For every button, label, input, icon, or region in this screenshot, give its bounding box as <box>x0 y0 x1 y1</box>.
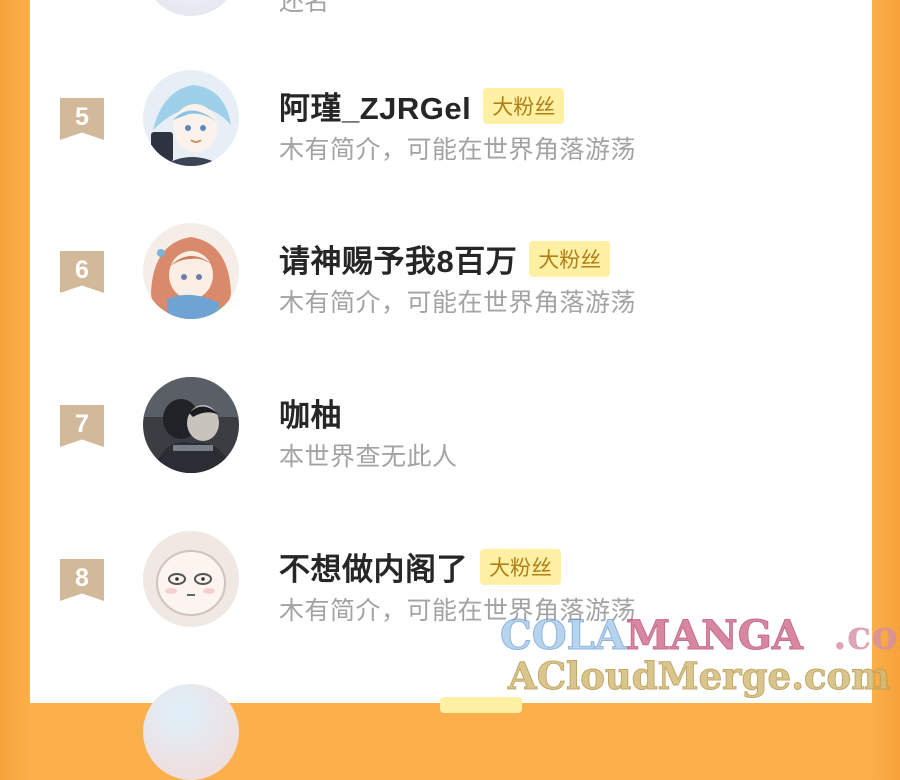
avatar[interactable] <box>143 223 239 319</box>
fan-badge: 大粉丝 <box>480 548 561 585</box>
avatar[interactable] <box>143 684 239 780</box>
bio-text: 木有简介，可能在世界角落游荡 <box>279 136 637 164</box>
fan-badge: 大粉丝 <box>529 240 611 277</box>
fan-badge <box>440 697 522 713</box>
avatar[interactable] <box>143 531 239 627</box>
fan-ranking-panel: 还名 5 阿瑾_ZJRGel 大粉丝 木有简介，可能在世界角落游荡 6 请神赐予… <box>30 0 872 780</box>
list-item[interactable]: 8 不想做内阁了 大粉丝 木有简介，可能在世界角落游荡 <box>30 504 872 654</box>
rank-ribbon: 7 <box>60 405 104 447</box>
bio-text: 本世界查无此人 <box>279 443 458 471</box>
avatar[interactable] <box>143 377 239 473</box>
list-item[interactable]: 5 阿瑾_ZJRGel 大粉丝 木有简介，可能在世界角落游荡 <box>30 43 872 193</box>
rank-ribbon: 8 <box>60 559 104 601</box>
rank-ribbon: 6 <box>60 251 104 293</box>
bio-text: 木有简介，可能在世界角落游荡 <box>279 289 637 317</box>
list-item[interactable]: 6 请神赐予我8百万 大粉丝 木有简介，可能在世界角落游荡 <box>30 196 872 346</box>
fan-badge: 大粉丝 <box>483 87 565 124</box>
username[interactable]: 请神赐予我8百万 <box>279 236 517 281</box>
avatar[interactable] <box>143 70 239 166</box>
username[interactable]: 咖柚 <box>279 390 342 435</box>
username[interactable]: 阿瑾_ZJRGel <box>279 83 471 128</box>
bio-text: 木有简介，可能在世界角落游荡 <box>279 597 637 625</box>
rank-ribbon: 5 <box>60 98 104 140</box>
username[interactable]: 不想做内阁了 <box>279 544 468 589</box>
bio-text: 还名 <box>279 0 330 16</box>
list-item[interactable]: 7 咖柚 本世界查无此人 <box>30 350 872 500</box>
avatar[interactable] <box>143 0 239 16</box>
